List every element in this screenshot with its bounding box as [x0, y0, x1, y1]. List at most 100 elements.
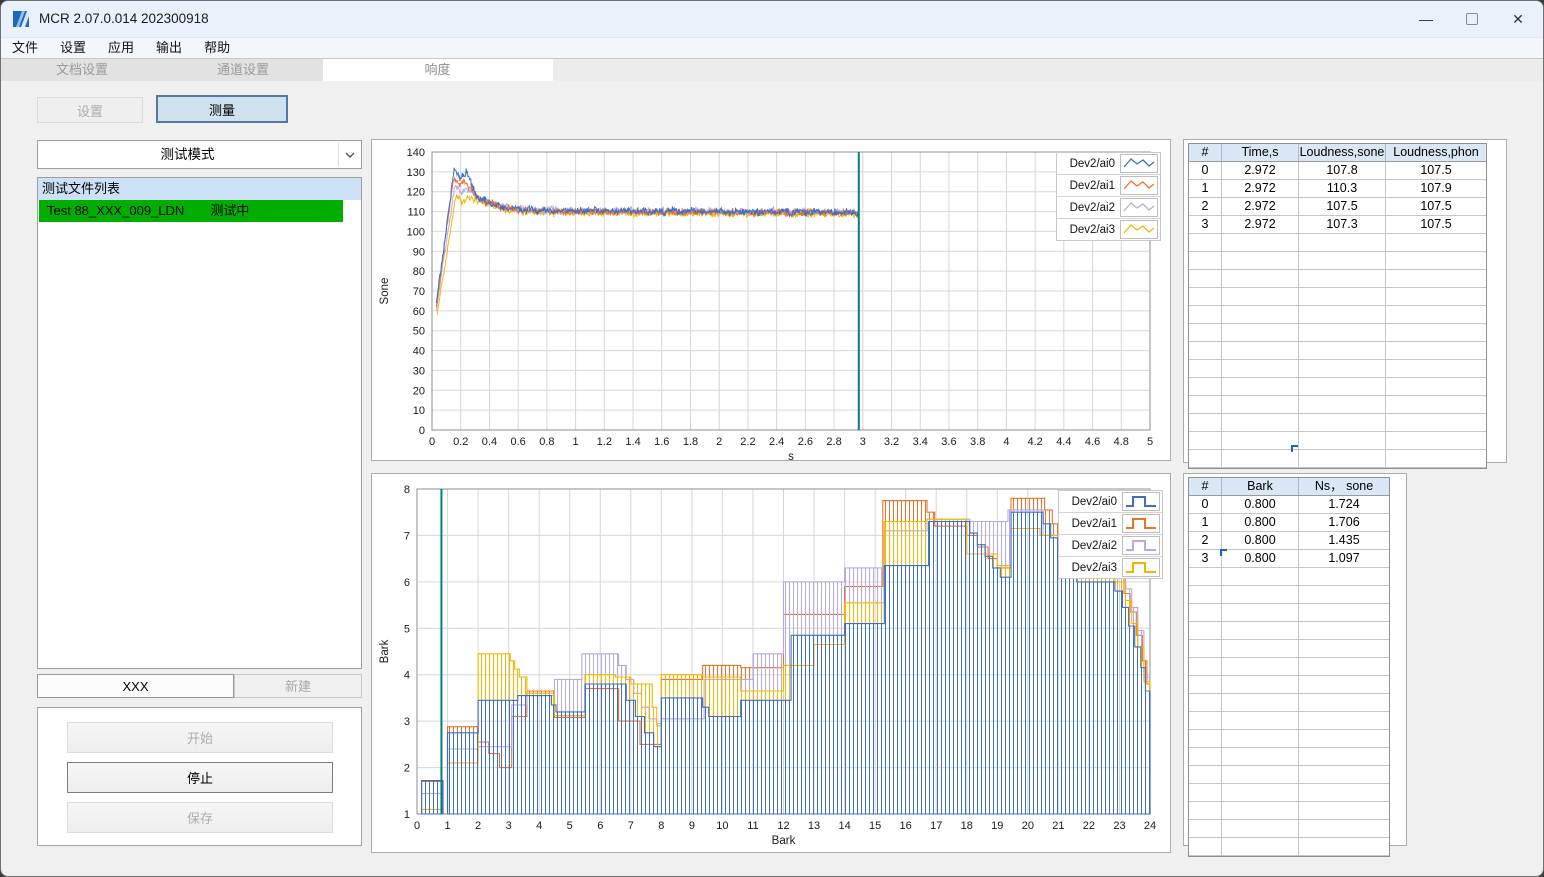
table-cell	[1189, 730, 1222, 747]
table-cell: 0	[1189, 496, 1222, 513]
legend-row-Dev2-ai1[interactable]: Dev2/ai1	[1057, 175, 1160, 197]
stop-button[interactable]: 停止	[67, 762, 333, 793]
svg-text:0: 0	[419, 425, 425, 437]
table-cell	[1189, 658, 1222, 675]
svg-text:17: 17	[930, 820, 942, 832]
svg-text:11: 11	[747, 820, 758, 832]
table-cell: 1	[1189, 514, 1222, 531]
table-row	[1189, 640, 1389, 658]
legend-row-Dev2-ai0[interactable]: Dev2/ai0	[1057, 153, 1160, 175]
app-icon	[13, 10, 31, 28]
svg-text:3.8: 3.8	[970, 436, 985, 448]
table-cell	[1299, 568, 1389, 585]
table-row	[1189, 568, 1389, 586]
cell-edit-marker	[1220, 549, 1227, 556]
table-cell	[1222, 604, 1299, 621]
maximize-button[interactable]	[1449, 1, 1495, 37]
svg-text:70: 70	[413, 286, 425, 298]
svg-text:5: 5	[1147, 436, 1153, 448]
legend-row-Dev2-ai3[interactable]: Dev2/ai3	[1057, 219, 1160, 240]
test-file-item-status: 测试中	[210, 203, 250, 218]
test-mode-select[interactable]: 测试模式	[37, 140, 362, 169]
table-cell	[1189, 324, 1222, 341]
menu-output[interactable]: 输出	[145, 38, 193, 58]
close-icon: ✕	[1512, 10, 1524, 27]
close-button[interactable]: ✕	[1495, 1, 1541, 37]
subtab-measure[interactable]: 测量	[156, 95, 288, 123]
table-cell	[1222, 396, 1299, 413]
svg-text:2.6: 2.6	[798, 436, 813, 448]
table-row	[1189, 748, 1389, 766]
svg-text:Sone: Sone	[379, 278, 391, 305]
table-cell	[1299, 622, 1389, 639]
svg-text:5: 5	[567, 820, 573, 832]
save-button[interactable]: 保存	[67, 802, 333, 833]
bark-chart-legend: Dev2/ai0 Dev2/ai1 Dev2/ai2 Dev2/ai3	[1058, 490, 1163, 579]
legend-row-Dev2-ai2[interactable]: Dev2/ai2	[1057, 197, 1160, 219]
xxx-button[interactable]: XXX	[37, 674, 234, 698]
svg-text:14: 14	[838, 820, 850, 832]
table-row	[1189, 378, 1486, 396]
svg-text:0.4: 0.4	[482, 436, 497, 448]
svg-text:12: 12	[777, 820, 789, 832]
start-button[interactable]: 开始	[67, 722, 333, 753]
table-cell	[1222, 360, 1299, 377]
svg-text:80: 80	[413, 266, 425, 278]
table-cell: 3	[1189, 216, 1222, 233]
table-cell	[1189, 820, 1222, 837]
table-cell: 107.8	[1299, 162, 1386, 179]
new-button[interactable]: 新建	[234, 674, 362, 698]
svg-text:24: 24	[1144, 820, 1156, 832]
subtab-settings[interactable]: 设置	[37, 97, 143, 123]
svg-text:4: 4	[536, 820, 542, 832]
svg-text:130: 130	[407, 167, 425, 179]
table-cell: 0.800	[1222, 550, 1299, 567]
table-row	[1189, 450, 1486, 468]
test-file-item[interactable]: Test 88_XXX_009_LDN 测试中	[39, 200, 343, 222]
table-row	[1189, 288, 1486, 306]
table-cell	[1299, 378, 1386, 395]
menubar: 文件 设置 应用 输出 帮助	[1, 38, 1543, 59]
table-cell	[1189, 568, 1222, 585]
table-row	[1189, 342, 1486, 360]
legend-row-Dev2-ai3[interactable]: Dev2/ai3	[1059, 557, 1162, 578]
table-cell	[1189, 378, 1222, 395]
menu-apply[interactable]: 应用	[97, 38, 145, 58]
svg-text:10: 10	[413, 405, 425, 417]
table-cell	[1222, 730, 1299, 747]
menu-help[interactable]: 帮助	[193, 38, 241, 58]
line-series-icon	[1120, 154, 1158, 173]
table-row	[1189, 234, 1486, 252]
table-cell	[1222, 432, 1299, 449]
table-cell	[1299, 306, 1386, 323]
svg-text:40: 40	[413, 346, 425, 358]
tab-channel-settings[interactable]: 通道设置	[163, 59, 324, 81]
loudness-time-chart: 0 0.2 0.4 0.6 0.8 1 1.2 1.4 1.6 1.8 2 2.2 2.4 2.6 2.8 3…	[379, 147, 1153, 463]
legend-row-Dev2-ai2[interactable]: Dev2/ai2	[1059, 535, 1162, 557]
svg-text:0.2: 0.2	[453, 436, 468, 448]
table-cell	[1299, 234, 1386, 251]
table-row	[1189, 730, 1389, 748]
svg-text:7: 7	[628, 820, 634, 832]
table-row	[1189, 432, 1486, 450]
table-cell	[1189, 604, 1222, 621]
table-cell	[1222, 252, 1299, 269]
legend-row-Dev2-ai1[interactable]: Dev2/ai1	[1059, 513, 1162, 535]
menu-file[interactable]: 文件	[1, 38, 49, 58]
legend-label: Dev2/ai3	[1071, 561, 1117, 574]
table-row: 3 0.800 1.097	[1189, 550, 1389, 568]
table-cell	[1189, 396, 1222, 413]
minimize-button[interactable]: —	[1403, 1, 1449, 37]
table-cell	[1189, 360, 1222, 377]
table-cell	[1222, 658, 1299, 675]
svg-text:4.6: 4.6	[1085, 436, 1100, 448]
chevron-down-icon[interactable]	[338, 143, 361, 166]
legend-label: Dev2/ai3	[1069, 223, 1115, 236]
tab-loudness[interactable]: 响度	[323, 59, 553, 81]
menu-settings[interactable]: 设置	[49, 38, 97, 58]
legend-row-Dev2-ai0[interactable]: Dev2/ai0	[1059, 491, 1162, 513]
table-cell: 3	[1189, 550, 1222, 567]
svg-text:1.4: 1.4	[625, 436, 640, 448]
tab-document-settings[interactable]: 文档设置	[1, 59, 164, 81]
table-cell: 107.9	[1420, 181, 1452, 195]
